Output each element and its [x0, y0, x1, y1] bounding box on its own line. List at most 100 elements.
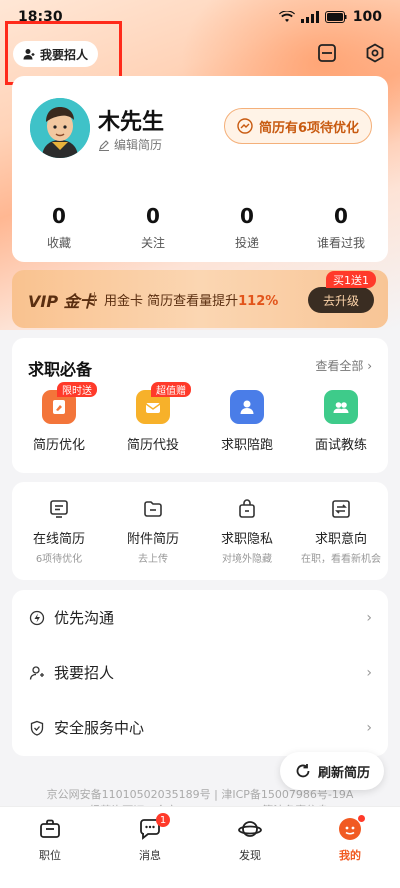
- vip-promo-text: 用金卡 简历查看量提升112%: [104, 290, 278, 309]
- vip-logo: VIP 金卡: [28, 292, 96, 311]
- avatar[interactable]: [30, 98, 90, 158]
- signal-icon: [300, 11, 319, 23]
- tab-messages[interactable]: 1 消息: [100, 807, 200, 888]
- resume-item-subtitle: 去上传: [138, 554, 168, 565]
- menu-card: 优先沟通 › 我要招人 › 安全服务中心 ›: [12, 590, 388, 756]
- wifi-icon: [278, 11, 295, 22]
- message-count-badge: 1: [156, 813, 170, 827]
- online-resume-item[interactable]: 在线简历 6项待优化: [12, 498, 106, 565]
- vip-promo-label: 用金卡 简历查看量提升: [104, 294, 239, 309]
- status-icons: 100: [278, 9, 382, 25]
- vip-banner[interactable]: VIP 金卡 用金卡 简历查看量提升112% 去升级 买1送1: [12, 270, 388, 328]
- resume-shortcuts-grid: 在线简历 6项待优化 附件简历 去上传 求职隐私 对境外隐藏 求职意向 在职，看…: [12, 498, 388, 565]
- edit-resume-link[interactable]: 编辑简历: [98, 136, 162, 153]
- menu-item-label: 我要招人: [54, 664, 115, 682]
- planet-icon: [238, 821, 262, 837]
- avatar-illustration-icon: [30, 98, 90, 158]
- briefcase-icon: [40, 819, 60, 838]
- resume-optimize-button[interactable]: 简历有6项待优化: [223, 108, 372, 144]
- menu-item-priority-chat[interactable]: 优先沟通 ›: [12, 590, 388, 645]
- stat-favorites[interactable]: 0 收藏: [12, 204, 106, 251]
- resume-item-subtitle: 在职，看看新机会: [301, 554, 381, 565]
- battery-icon: [324, 11, 347, 23]
- folder-icon: [144, 501, 162, 517]
- menu-item-recruit[interactable]: 我要招人 ›: [12, 645, 388, 700]
- tool-resume-delivery[interactable]: 超值赠 简历代投: [106, 382, 200, 453]
- job-privacy-item[interactable]: 求职隐私 对境外隐藏: [200, 498, 294, 565]
- stat-label: 收藏: [46, 236, 71, 250]
- tab-jobs[interactable]: 职位: [0, 807, 100, 888]
- scan-button[interactable]: [314, 40, 340, 66]
- notification-dot: [358, 815, 365, 822]
- tab-label: 消息: [139, 849, 161, 862]
- header-actions: [314, 40, 388, 66]
- edit-resume-label: 编辑简历: [114, 138, 163, 152]
- view-all-label: 查看全部: [315, 359, 364, 373]
- tool-badge: 超值赠: [151, 382, 191, 397]
- refresh-resume-label: 刷新简历: [317, 765, 370, 781]
- recruiter-icon: [28, 664, 46, 682]
- tool-job-coaching[interactable]: 求职陪跑: [200, 390, 294, 453]
- lightning-icon: [28, 609, 46, 627]
- tool-badge: 限时送: [57, 382, 97, 397]
- chevron-right-icon: ›: [366, 664, 372, 681]
- chevron-right-icon: ›: [366, 719, 372, 736]
- tool-grid: 限时送 简历优化 超值赠 简历代投 求职陪跑 面试教练: [12, 382, 388, 453]
- resume-item-title: 附件简历: [126, 532, 179, 547]
- resume-item-title: 在线简历: [32, 532, 85, 547]
- user-name: 木先生: [98, 110, 165, 135]
- optimize-chart-icon: [237, 118, 253, 134]
- vip-promo-percent: 112%: [238, 294, 279, 309]
- tool-label: 求职陪跑: [220, 438, 273, 453]
- stat-value: 0: [240, 204, 254, 228]
- resume-item-subtitle: 对境外隐藏: [222, 554, 272, 565]
- online-resume-icon: [50, 500, 68, 518]
- menu-item-label: 安全服务中心: [54, 719, 145, 737]
- stat-value: 0: [146, 204, 160, 228]
- tool-label: 简历优化: [32, 438, 85, 453]
- stat-applied[interactable]: 0 投递: [200, 204, 294, 251]
- profile-card: 木先生 编辑简历 简历有6项待优化 0 收藏 0 关注 0 投递 0 谁看过我: [12, 76, 388, 262]
- resume-optimize-label: 简历有6项待优化: [258, 120, 359, 136]
- tool-label: 面试教练: [314, 438, 367, 453]
- stat-following[interactable]: 0 关注: [106, 204, 200, 251]
- tab-label: 职位: [39, 849, 61, 862]
- section-title: 求职必备: [28, 360, 93, 379]
- job-intention-item[interactable]: 求职意向 在职，看看新机会: [294, 498, 388, 565]
- tool-interview-coach[interactable]: 面试教练: [294, 390, 388, 453]
- tab-label: 发现: [239, 849, 261, 862]
- resume-item-subtitle: 6项待优化: [35, 554, 83, 565]
- tool-resume-optimize[interactable]: 限时送 简历优化: [12, 382, 106, 453]
- resume-item-title: 求职隐私: [220, 532, 273, 547]
- settings-button[interactable]: [362, 40, 388, 66]
- vip-divider: [94, 292, 95, 306]
- battery-level: 100: [352, 9, 382, 25]
- vip-promo-badge: 买1送1: [326, 271, 376, 288]
- resume-item-title: 求职意向: [314, 532, 367, 547]
- job-intention-icon: [332, 500, 350, 518]
- scan-icon: [318, 44, 336, 62]
- privacy-lock-icon: [239, 499, 255, 518]
- chevron-right-icon: ›: [367, 359, 372, 373]
- refresh-icon: [296, 764, 310, 778]
- bottom-tab-bar: 职位 1 消息 发现 我的: [0, 806, 400, 888]
- view-all-link[interactable]: 查看全部 ›: [315, 357, 372, 374]
- settings-hexagon-icon: [366, 43, 384, 63]
- stat-viewed-me[interactable]: 0 谁看过我: [294, 204, 388, 251]
- attachment-resume-item[interactable]: 附件简历 去上传: [106, 498, 200, 565]
- vip-upgrade-button[interactable]: 去升级: [308, 287, 374, 313]
- resume-shortcuts-card: 在线简历 6项待优化 附件简历 去上传 求职隐私 对境外隐藏 求职意向 在职，看…: [12, 482, 388, 580]
- stat-label: 谁看过我: [316, 236, 365, 250]
- menu-item-safety-center[interactable]: 安全服务中心 ›: [12, 700, 388, 755]
- refresh-resume-button[interactable]: 刷新简历: [280, 752, 384, 790]
- stat-label: 关注: [140, 236, 165, 250]
- menu-item-label: 优先沟通: [54, 609, 115, 627]
- tab-discover[interactable]: 发现: [200, 807, 300, 888]
- stats-row: 0 收藏 0 关注 0 投递 0 谁看过我: [12, 204, 388, 251]
- chevron-right-icon: ›: [366, 609, 372, 626]
- edit-pencil-icon: [99, 139, 109, 151]
- job-coaching-icon: [230, 390, 264, 424]
- tool-label: 简历代投: [126, 438, 179, 453]
- stat-value: 0: [52, 204, 66, 228]
- tab-me[interactable]: 我的: [300, 807, 400, 888]
